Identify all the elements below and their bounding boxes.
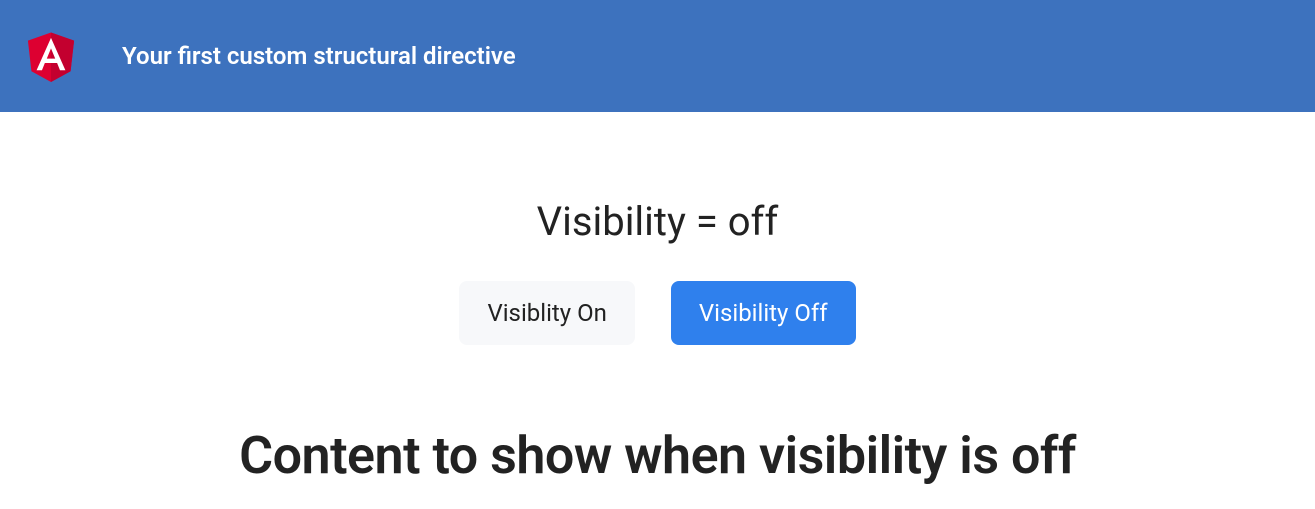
- main-content: Visibility = off Visiblity On Visibility…: [0, 112, 1315, 486]
- visibility-status: Visibility = off: [0, 198, 1315, 245]
- header-title: Your first custom structural directive: [122, 42, 516, 70]
- visibility-off-button[interactable]: Visibility Off: [671, 281, 856, 345]
- content-heading: Content to show when visibility is off: [0, 425, 1315, 486]
- app-header: Your first custom structural directive: [0, 0, 1315, 112]
- visibility-on-button[interactable]: Visiblity On: [459, 281, 634, 345]
- angular-logo-icon: [20, 25, 82, 87]
- button-row: Visiblity On Visibility Off: [0, 281, 1315, 345]
